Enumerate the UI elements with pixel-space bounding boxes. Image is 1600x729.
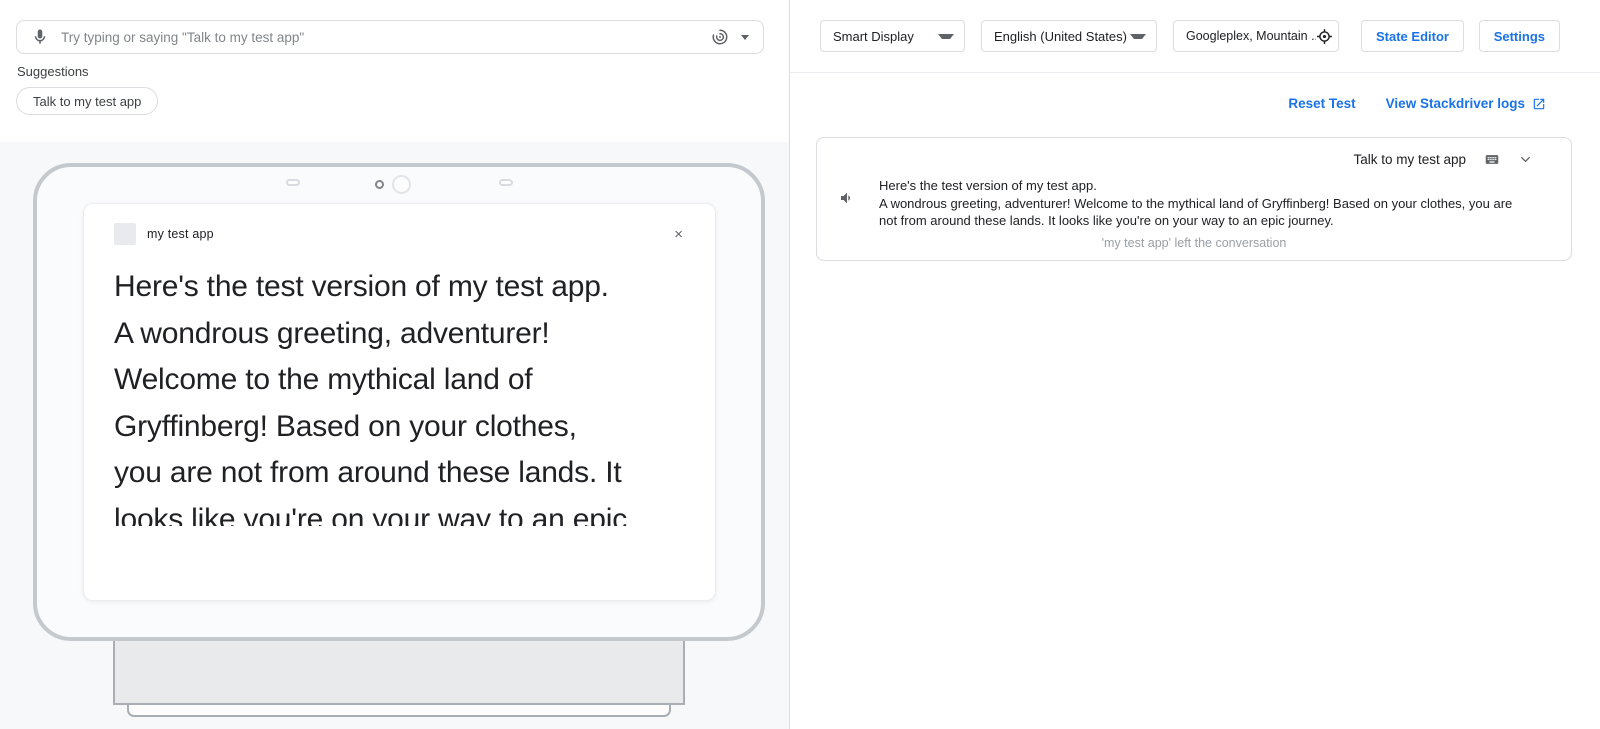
query-input-bar[interactable]	[16, 20, 764, 54]
device-text-line: Welcome to the mythical land of	[114, 357, 699, 404]
bot-response-line1: Here's the test version of my test app.	[879, 177, 1519, 195]
device-preview-stage: my test app × Here's the test version of…	[0, 142, 789, 729]
device-text-line: looks like you're on your way to an epic	[114, 497, 699, 527]
conversation-exit-note: 'my test app' left the conversation	[817, 236, 1571, 250]
user-utterance-row: Talk to my test app	[817, 152, 1571, 167]
chevron-down-icon	[938, 34, 954, 39]
device-stand	[113, 637, 685, 705]
view-stackdriver-logs-link[interactable]: View Stackdriver logs	[1386, 96, 1546, 111]
surface-select-value: Smart Display	[833, 29, 914, 44]
query-input[interactable]	[61, 30, 711, 45]
close-icon[interactable]: ×	[674, 227, 683, 242]
bezel-sensor-right-icon	[499, 179, 513, 186]
state-editor-button[interactable]: State Editor	[1361, 20, 1464, 52]
expand-turn-chevron-icon[interactable]	[1518, 152, 1533, 167]
device-response-text: Here's the test version of my test app. …	[114, 264, 699, 526]
device-stand-base	[127, 705, 671, 717]
smart-display-device-frame: my test app × Here's the test version of…	[33, 163, 765, 641]
language-select[interactable]: English (United States)	[981, 20, 1157, 52]
voice-mode-dropdown-caret-icon[interactable]	[741, 35, 749, 40]
keyboard-input-icon[interactable]	[1482, 152, 1502, 167]
bezel-camera-icon	[392, 175, 411, 194]
voice-input-mode-icon[interactable]	[711, 28, 729, 46]
device-app-name: my test app	[147, 227, 214, 241]
simulator-left-panel: Suggestions Talk to my test app my test …	[0, 0, 790, 729]
device-text-line: Gryffinberg! Based on your clothes,	[114, 404, 699, 451]
simulator-right-panel: Smart Display English (United States) Go…	[790, 0, 1600, 729]
suggestions-label: Suggestions	[17, 64, 89, 79]
bezel-sensor-left-icon	[286, 179, 300, 186]
surface-select[interactable]: Smart Display	[820, 20, 965, 52]
suggestion-chip-talk-to-my-test-app[interactable]: Talk to my test app	[16, 87, 158, 115]
language-select-value: English (United States)	[994, 29, 1127, 44]
device-text-line: A wondrous greeting, adventurer!	[114, 311, 699, 358]
app-icon-placeholder	[114, 223, 136, 245]
bot-response-text: Here's the test version of my test app. …	[879, 177, 1519, 230]
bot-response-line2: A wondrous greeting, adventurer! Welcome…	[879, 195, 1519, 230]
microphone-icon[interactable]	[31, 28, 49, 46]
device-screen: my test app × Here's the test version of…	[83, 203, 716, 601]
user-utterance-text: Talk to my test app	[1353, 152, 1466, 167]
simulator-topbar: Smart Display English (United States) Go…	[790, 0, 1600, 73]
device-text-line: you are not from around these lands. It	[114, 450, 699, 497]
conversation-card: Talk to my test app Here's the test vers…	[816, 137, 1572, 261]
reset-test-link[interactable]: Reset Test	[1288, 96, 1355, 111]
location-field[interactable]: Googleplex, Mountain ...	[1173, 20, 1339, 52]
view-logs-label: View Stackdriver logs	[1386, 96, 1525, 111]
bot-response-row: Here's the test version of my test app. …	[817, 177, 1571, 230]
external-link-icon	[1532, 97, 1546, 111]
location-value: Googleplex, Mountain ...	[1186, 29, 1316, 43]
gps-crosshair-icon[interactable]	[1316, 28, 1332, 45]
device-app-header: my test app ×	[114, 222, 683, 246]
speaker-icon[interactable]	[839, 190, 855, 230]
settings-button[interactable]: Settings	[1479, 20, 1560, 52]
bezel-sensor-dot-icon	[375, 180, 384, 189]
test-actions-row: Reset Test View Stackdriver logs	[1288, 96, 1546, 111]
device-text-line: Here's the test version of my test app.	[114, 264, 699, 311]
chevron-down-icon	[1130, 34, 1146, 39]
